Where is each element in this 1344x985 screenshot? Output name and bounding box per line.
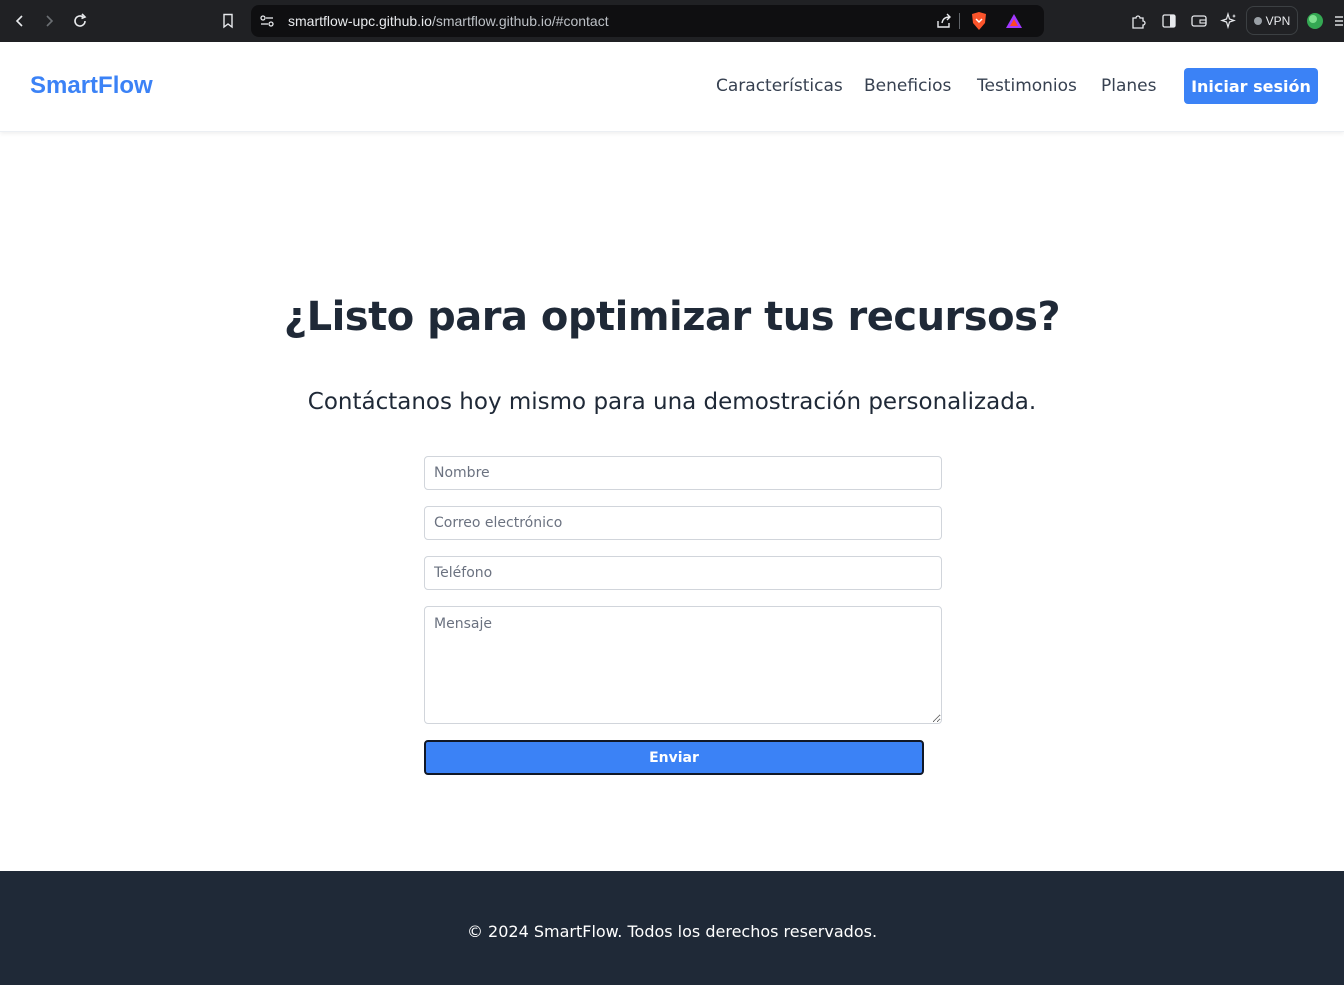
email-input[interactable] <box>424 506 942 540</box>
contact-subtitle: Contáctanos hoy mismo para una demostrac… <box>307 389 1037 415</box>
bookmark-icon[interactable] <box>217 10 239 32</box>
contact-title: ¿Listo para optimizar tus recursos? <box>283 294 1061 340</box>
reload-icon[interactable] <box>69 10 91 32</box>
message-textarea[interactable] <box>424 606 942 724</box>
name-input[interactable] <box>424 456 942 490</box>
leo-ai-icon[interactable] <box>1218 10 1240 32</box>
site-header: SmartFlow Características Beneficios Tes… <box>0 42 1344 132</box>
brave-rewards-icon[interactable] <box>1004 12 1024 30</box>
menu-icon[interactable] <box>1331 10 1344 32</box>
browser-toolbar: smartflow-upc.github.io/smartflow.github… <box>0 0 1344 42</box>
nav-link-planes[interactable]: Planes <box>1101 76 1156 96</box>
forward-icon[interactable] <box>38 10 60 32</box>
vpn-button[interactable]: VPN <box>1246 6 1298 35</box>
wallet-icon[interactable] <box>1188 10 1210 32</box>
submit-button[interactable]: Enviar <box>424 740 924 775</box>
sidebar-icon[interactable] <box>1158 10 1180 32</box>
brave-shield-icon[interactable] <box>970 11 988 31</box>
nav-link-testimonios[interactable]: Testimonios <box>977 76 1077 96</box>
vpn-label: VPN <box>1265 13 1291 28</box>
url-path: /smartflow.github.io/#contact <box>431 13 609 29</box>
address-bar-divider <box>959 13 960 29</box>
nav-link-caracteristicas[interactable]: Características <box>716 76 843 96</box>
logo[interactable]: SmartFlow <box>30 72 153 100</box>
back-icon[interactable] <box>9 10 31 32</box>
profile-icon[interactable] <box>1304 10 1326 32</box>
url-text[interactable]: smartflow-upc.github.io/smartflow.github… <box>288 13 609 29</box>
site-settings-icon[interactable] <box>259 13 275 29</box>
extensions-icon[interactable] <box>1128 10 1150 32</box>
nav-link-beneficios[interactable]: Beneficios <box>864 76 951 96</box>
login-button[interactable]: Iniciar sesión <box>1184 68 1318 104</box>
phone-input[interactable] <box>424 556 942 590</box>
address-bar[interactable]: smartflow-upc.github.io/smartflow.github… <box>251 5 1044 37</box>
footer-copyright: © 2024 SmartFlow. Todos los derechos res… <box>466 922 878 941</box>
url-host: smartflow-upc.github.io <box>288 13 432 29</box>
site-footer: © 2024 SmartFlow. Todos los derechos res… <box>0 871 1344 985</box>
share-icon[interactable] <box>935 12 953 30</box>
vpn-status-icon <box>1253 16 1262 25</box>
